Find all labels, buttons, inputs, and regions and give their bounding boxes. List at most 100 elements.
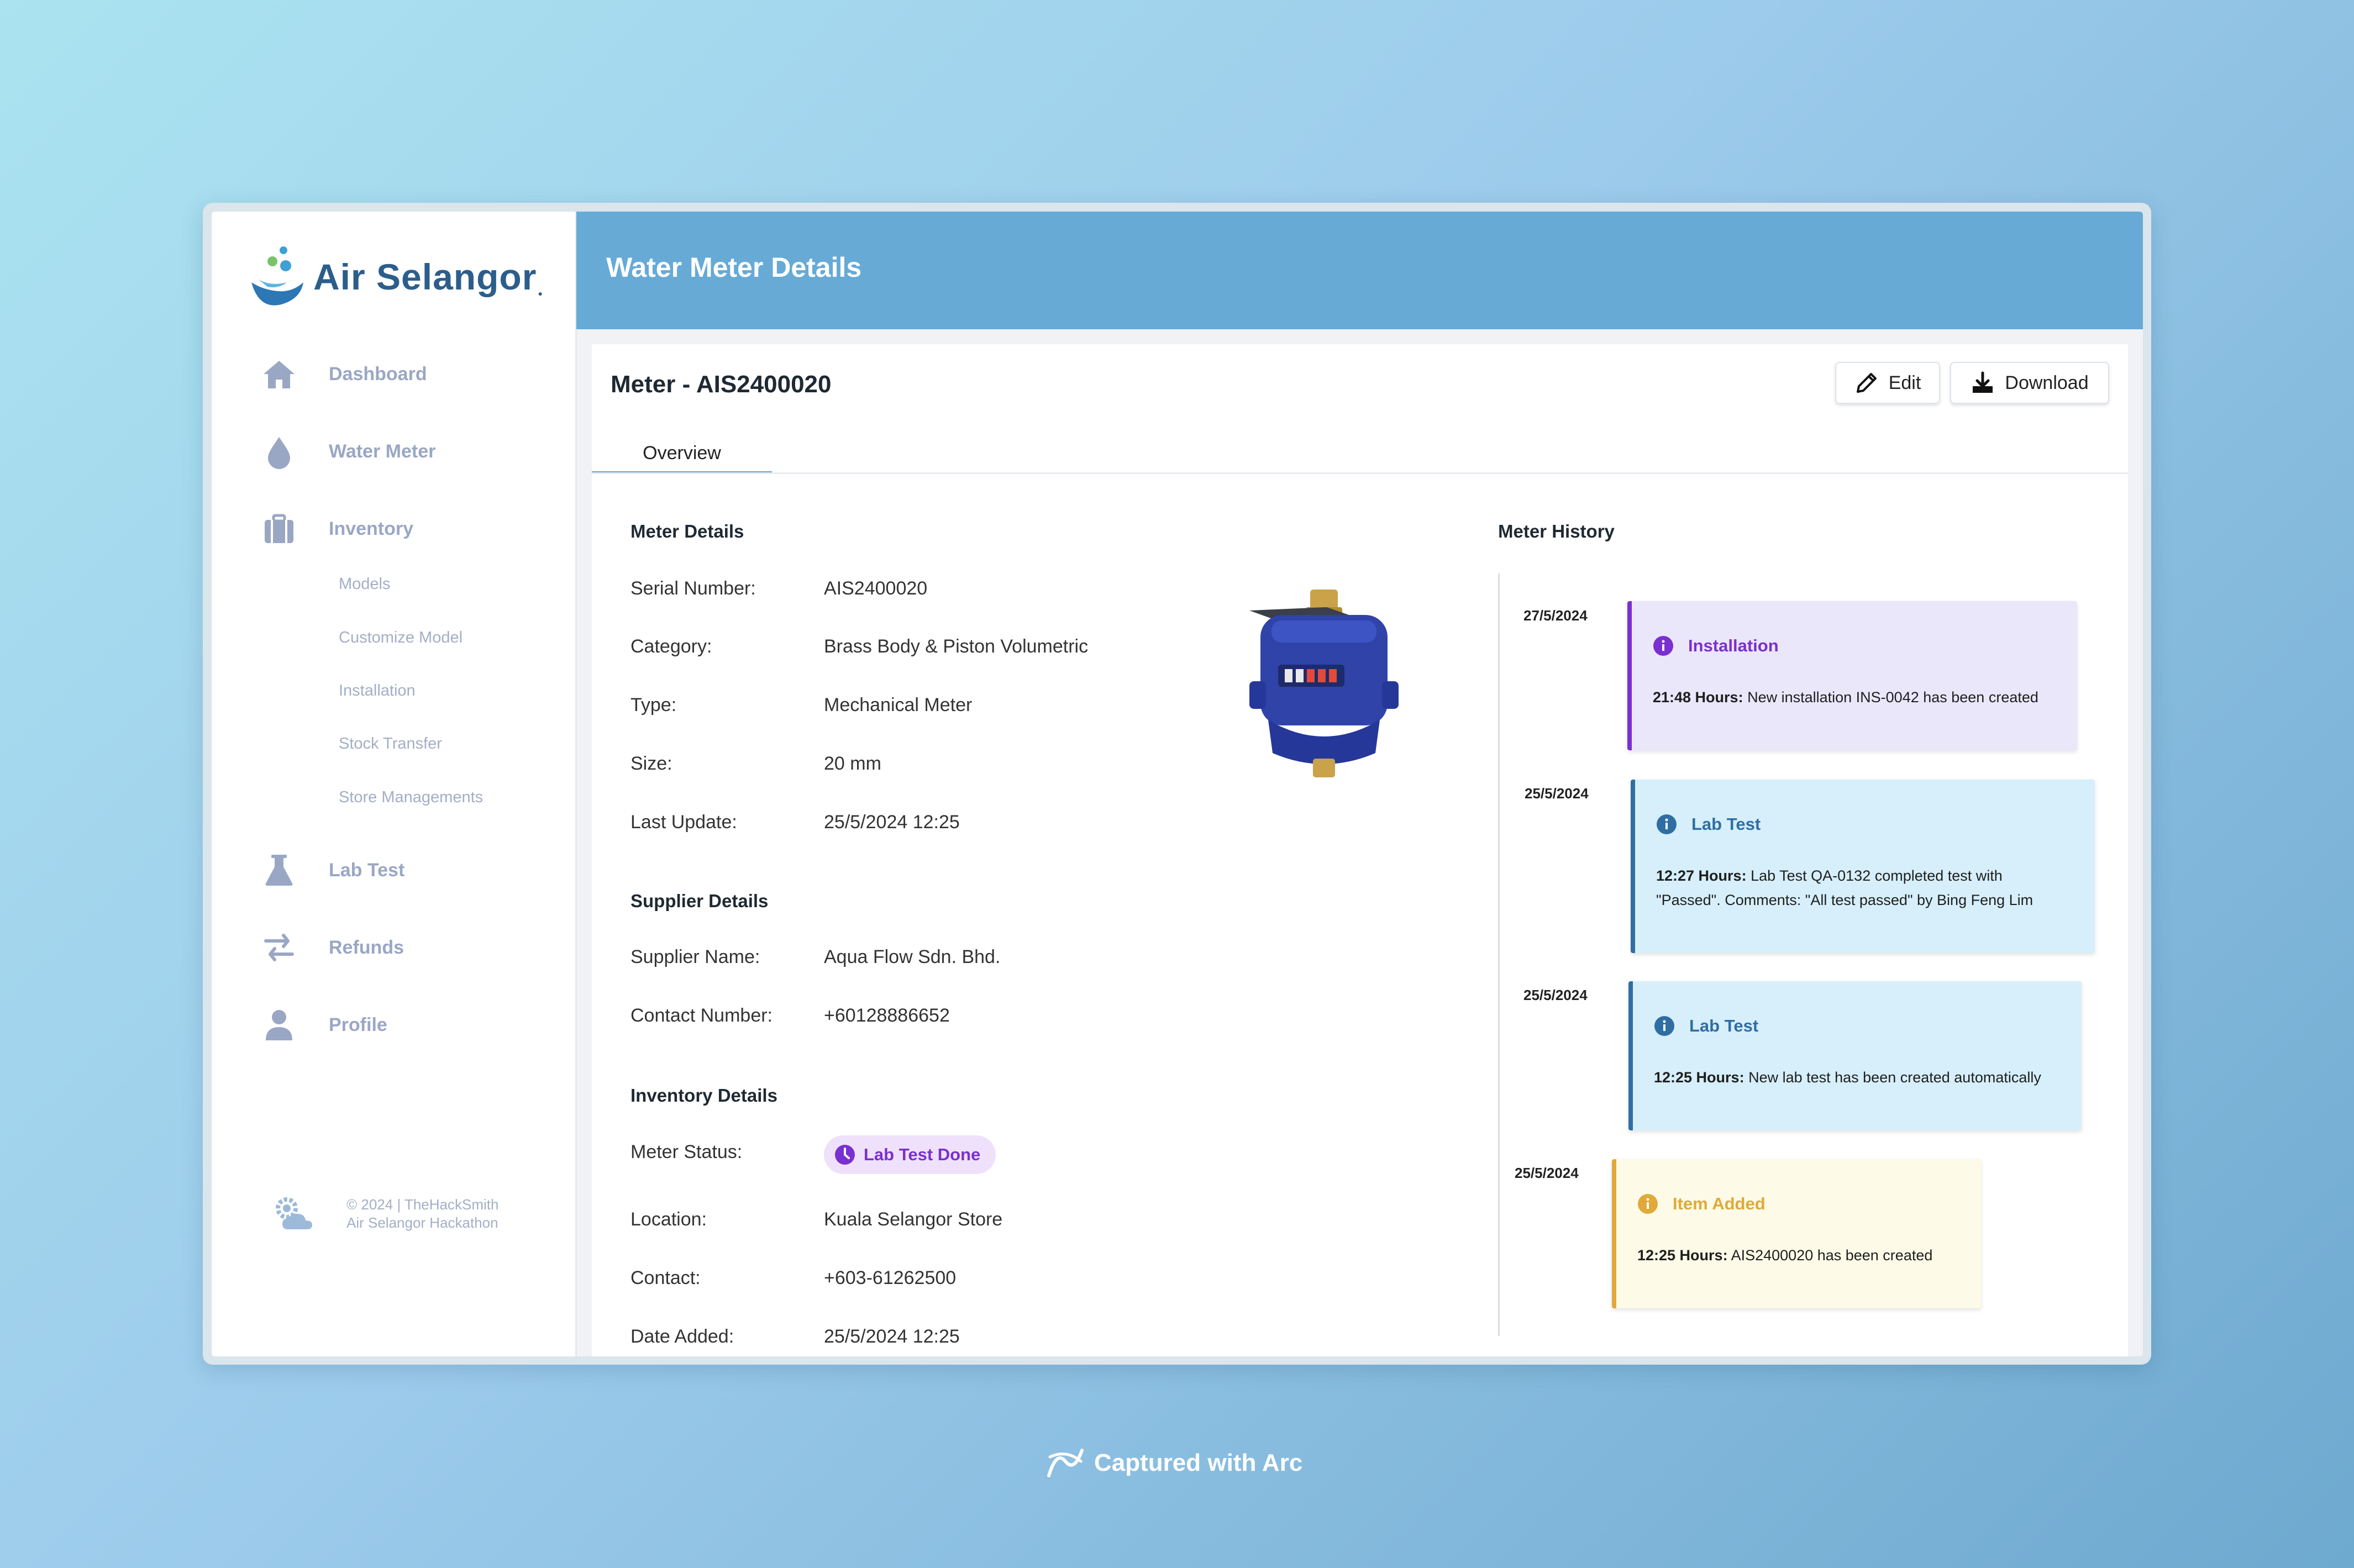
history-entry-text-cont: "Passed". Comments: "All test passed" by… (1656, 892, 2034, 908)
detail-label: Location: (630, 1209, 707, 1230)
status-badge: Lab Test Done (824, 1135, 996, 1174)
history-entry-text: AIS2400020 has been created (1727, 1247, 1933, 1264)
user-icon (261, 1007, 297, 1043)
history-entry[interactable]: Lab Test 12:27 Hours: Lab Test QA-0132 c… (1631, 780, 2095, 953)
history-entry[interactable]: Item Added 12:25 Hours: AIS2400020 has b… (1612, 1159, 1981, 1308)
category-value: Brass Body & Piston Volumetric (824, 636, 1089, 657)
history-date: 25/5/2024 (1523, 987, 1588, 1003)
supplier-name-value: Aqua Flow Sdn. Bhd. (824, 946, 1001, 967)
arc-logo-icon (1047, 1449, 1084, 1477)
history-entry-time: 21:48 Hours: (1653, 689, 1743, 706)
info-icon (1654, 1016, 1674, 1036)
sidebar-subitem-store-managements[interactable]: Store Managements (339, 788, 483, 807)
sidebar: Air Selangor ● Dashboard Water Meter Inv… (212, 212, 577, 1356)
flask-icon (261, 853, 297, 888)
history-date: 27/5/2024 (1523, 607, 1588, 624)
sidebar-subitem-models[interactable]: Models (339, 575, 391, 593)
sidebar-subitem-installation[interactable]: Installation (339, 682, 416, 700)
type-value: Mechanical Meter (824, 694, 973, 715)
sidebar-item-label: Dashboard (329, 363, 427, 385)
history-entry-body: 12:25 Hours: AIS2400020 has been created (1637, 1243, 1932, 1267)
history-entry-body: 12:27 Hours: Lab Test QA-0132 completed … (1656, 864, 2033, 912)
status-badge-label: Lab Test Done (864, 1145, 981, 1164)
page-title: Water Meter Details (606, 252, 862, 283)
timeline-line (1498, 573, 1500, 1336)
info-icon (1657, 814, 1677, 834)
meter-details-title: Meter Details (630, 521, 744, 541)
copyright-text: © 2024 | TheHackSmith (346, 1196, 499, 1213)
edit-button[interactable]: Edit (1835, 362, 1940, 404)
info-icon (1653, 636, 1673, 656)
sidebar-item-dashboard[interactable]: Dashboard (261, 356, 427, 392)
brand-name: Air Selangor (313, 256, 537, 297)
water-splash-logo-icon (251, 246, 303, 306)
home-icon (261, 356, 297, 392)
sidebar-item-inventory[interactable]: Inventory (261, 511, 413, 546)
history-entry-time: 12:27 Hours: (1656, 867, 1747, 884)
history-entry-text: New installation INS-0042 has been creat… (1743, 689, 2038, 706)
water-meter-image (1249, 590, 1399, 777)
sidebar-item-label: Water Meter (329, 440, 436, 462)
last-update-value: 25/5/2024 12:25 (824, 812, 960, 833)
detail-label: Last Update: (630, 812, 737, 833)
history-entry-title: Item Added (1673, 1194, 1766, 1213)
supplier-contact-value: +60128886652 (824, 1005, 950, 1026)
capture-label: Captured with Arc (1094, 1449, 1303, 1476)
brand-logo[interactable]: Air Selangor ● (248, 244, 543, 310)
history-entry[interactable]: Lab Test 12:25 Hours: New lab test has b… (1628, 981, 2082, 1130)
sidebar-footer: © 2024 | TheHackSmith Air Selangor Hacka… (271, 1192, 498, 1236)
download-button[interactable]: Download (1950, 362, 2109, 404)
pencil-icon (1856, 373, 1877, 393)
inventory-details-title: Inventory Details (630, 1085, 777, 1106)
detail-label: Contact: (630, 1267, 701, 1288)
info-icon (1638, 1194, 1658, 1214)
detail-label: Supplier Name: (630, 946, 760, 967)
history-entry-title: Installation (1688, 636, 1779, 655)
tab-overview[interactable]: Overview (592, 435, 772, 474)
sidebar-item-water-meter[interactable]: Water Meter (261, 434, 435, 469)
size-value: 20 mm (824, 753, 881, 774)
download-button-label: Download (2005, 372, 2089, 393)
location-value: Kuala Selangor Store (824, 1209, 1003, 1230)
history-entry-text: Lab Test QA-0132 completed test with (1746, 867, 2003, 884)
history-entry[interactable]: Installation 21:48 Hours: New installati… (1627, 601, 2077, 750)
history-entry-time: 12:25 Hours: (1637, 1247, 1728, 1264)
sidebar-item-label: Profile (329, 1014, 387, 1035)
detail-label: Meter Status: (630, 1141, 743, 1162)
history-date: 25/5/2024 (1525, 785, 1589, 802)
sidebar-item-label: Lab Test (329, 859, 405, 881)
water-drop-icon (261, 434, 297, 469)
history-entry-title: Lab Test (1689, 1016, 1759, 1035)
history-entry-time: 12:25 Hours: (1654, 1069, 1745, 1086)
hackathon-text: Air Selangor Hackathon (346, 1214, 498, 1231)
meter-history-title: Meter History (1498, 521, 1615, 541)
capture-watermark: Captured with Arc (1044, 1445, 1302, 1481)
page-header: Water Meter Details (576, 212, 2143, 329)
detail-label: Type: (630, 694, 677, 715)
history-entry-body: 12:25 Hours: New lab test has been creat… (1654, 1065, 2041, 1090)
app-container: Air Selangor ● Dashboard Water Meter Inv… (212, 212, 2143, 1356)
sidebar-item-label: Inventory (329, 518, 414, 539)
history-entry-text: New lab test has been created automatica… (1744, 1069, 2041, 1086)
inventory-contact-value: +603-61262500 (824, 1267, 957, 1288)
sidebar-item-profile[interactable]: Profile (261, 1007, 387, 1043)
meter-detail-card: Meter - AIS2400020 Edit Download Overvie… (592, 344, 2128, 1356)
meter-title: Meter - AIS2400020 (611, 371, 832, 398)
tab-divider (592, 472, 2128, 474)
detail-label: Contact Number: (630, 1005, 773, 1026)
briefcase-icon (261, 511, 297, 546)
download-icon (1973, 371, 1993, 393)
sidebar-item-refunds[interactable]: Refunds (261, 930, 404, 965)
weather-gear-icon (276, 1197, 312, 1229)
swap-arrows-icon (261, 930, 297, 965)
serial-number-value: AIS2400020 (824, 578, 928, 599)
sidebar-item-lab-test[interactable]: Lab Test (261, 853, 404, 888)
detail-label: Date Added: (630, 1326, 734, 1347)
sidebar-subitem-customize-model[interactable]: Customize Model (339, 629, 463, 647)
history-entry-body: 21:48 Hours: New installation INS-0042 h… (1653, 685, 2038, 709)
sidebar-subitem-stock-transfer[interactable]: Stock Transfer (339, 735, 442, 753)
clock-icon (835, 1145, 855, 1165)
registered-mark: ● (538, 289, 543, 298)
detail-label: Serial Number: (630, 578, 756, 599)
history-date: 25/5/2024 (1515, 1165, 1579, 1181)
